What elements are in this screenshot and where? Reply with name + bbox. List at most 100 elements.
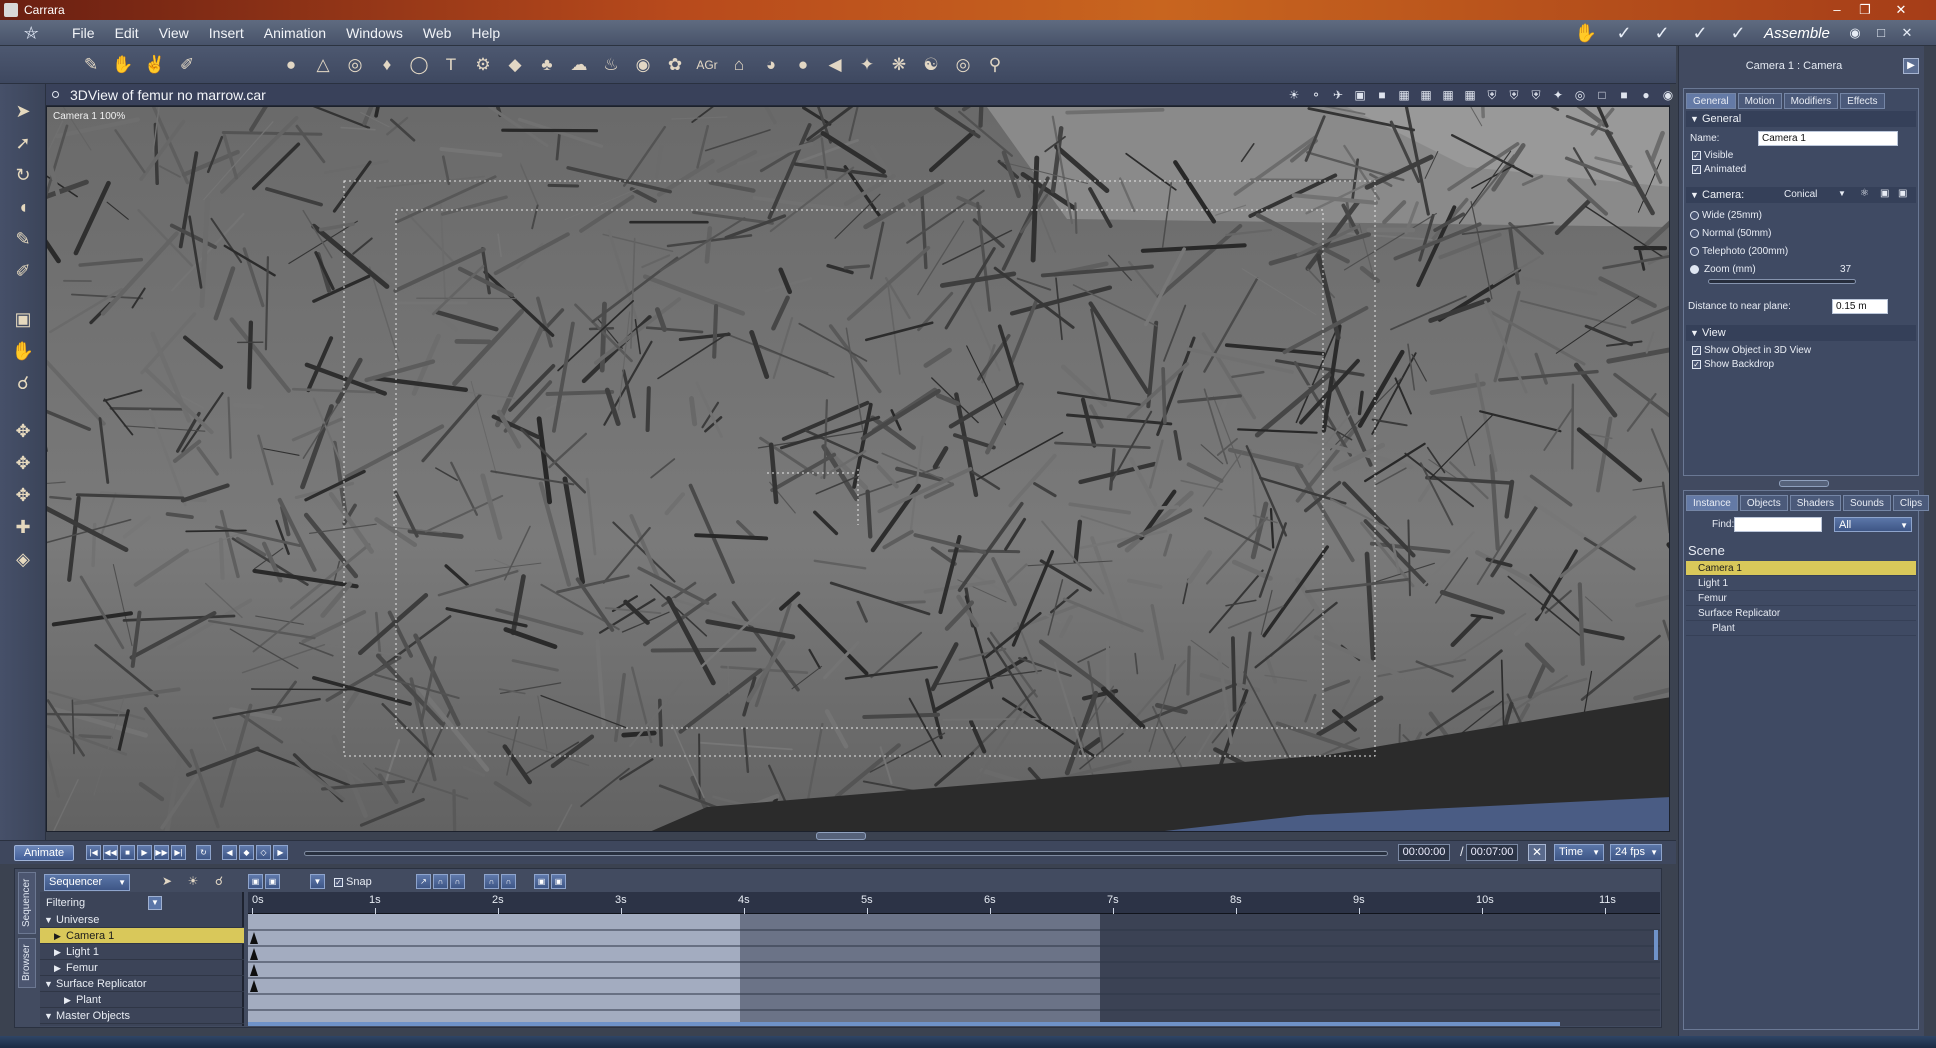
rotate-icon[interactable]: ↻ bbox=[10, 162, 36, 188]
sphere-icon[interactable]: ● bbox=[278, 53, 304, 77]
eyedropper-icon[interactable]: ✎ bbox=[10, 226, 36, 252]
scene-list-item[interactable]: Femur bbox=[1686, 591, 1916, 606]
chevron-right-icon[interactable]: ▶ bbox=[54, 944, 61, 960]
end-time-field[interactable]: 00:07:00 bbox=[1466, 844, 1518, 861]
hand-outline-icon[interactable]: ✌ bbox=[142, 53, 168, 77]
time-mode-select[interactable]: Time ▼ bbox=[1554, 844, 1604, 861]
menu-file[interactable]: File bbox=[62, 25, 105, 41]
show-backdrop-checkbox[interactable]: ✓ bbox=[1692, 360, 1701, 369]
tab-clips[interactable]: Clips bbox=[1892, 495, 1930, 511]
text-3d-icon[interactable]: AGr bbox=[694, 53, 720, 77]
bone-icon[interactable]: ⚲ bbox=[982, 53, 1008, 77]
chevron-down-icon[interactable]: ▼ bbox=[44, 976, 53, 992]
model-room-icon[interactable]: ✓ bbox=[1610, 22, 1638, 44]
pan-hand-icon[interactable]: ✋ bbox=[10, 338, 36, 364]
render-room-icon[interactable]: ✓ bbox=[1724, 22, 1752, 44]
tree-row[interactable]: ▼ Master Objects bbox=[40, 1008, 244, 1024]
textured-sphere-icon[interactable]: ◉ bbox=[1660, 87, 1676, 103]
panel-splitter[interactable] bbox=[816, 832, 866, 840]
track-area[interactable] bbox=[248, 914, 1660, 1026]
tab-effects[interactable]: Effects bbox=[1840, 93, 1885, 109]
track-icon[interactable]: ✥ bbox=[10, 450, 36, 476]
scene-list-item[interactable]: Surface Replicator bbox=[1686, 606, 1916, 621]
lens-zoom-radio[interactable] bbox=[1690, 265, 1699, 274]
chevron-down-icon[interactable]: ▼ bbox=[44, 1008, 53, 1024]
time-ruler[interactable]: 0s 1s 2s 3s 4s 5s 6s 7s 8s 9s 10s 11s bbox=[248, 892, 1660, 914]
tab-browser[interactable]: Browser bbox=[18, 938, 36, 988]
ball-icon[interactable]: ◉ bbox=[630, 53, 656, 77]
general-section-header[interactable]: ▼ General bbox=[1686, 111, 1916, 127]
name-field[interactable] bbox=[1758, 131, 1898, 146]
camera-type-select[interactable]: Conical bbox=[1784, 189, 1817, 200]
frame-icon[interactable]: ▣ bbox=[1352, 87, 1368, 103]
ease-in-icon[interactable]: ∩ bbox=[484, 874, 499, 889]
magnify-icon[interactable]: ☌ bbox=[210, 872, 228, 890]
layout-two-icon[interactable]: ▦ bbox=[1396, 87, 1412, 103]
sequencer-mode-select[interactable]: Sequencer ▼ bbox=[44, 874, 130, 891]
prev-icon[interactable]: ◀ bbox=[222, 845, 237, 860]
zoom-slider[interactable] bbox=[1708, 279, 1856, 284]
menu-animation[interactable]: Animation bbox=[254, 25, 336, 41]
layout-single-icon[interactable]: ■ bbox=[1374, 87, 1390, 103]
lens-normal-radio[interactable] bbox=[1690, 229, 1699, 238]
fps-select[interactable]: 24 fps ▼ bbox=[1610, 844, 1662, 861]
figure-icon[interactable]: ☯ bbox=[918, 53, 944, 77]
orbit-icon[interactable]: ✥ bbox=[10, 482, 36, 508]
house-icon[interactable]: ⌂ bbox=[726, 53, 752, 77]
panel-pin-icon[interactable]: ▶ bbox=[1903, 58, 1919, 74]
menu-edit[interactable]: Edit bbox=[105, 25, 149, 41]
paintbrush-icon[interactable]: ✐ bbox=[174, 53, 200, 77]
lock-icon[interactable]: ⚛ bbox=[1860, 188, 1869, 199]
fit-time-icon[interactable]: ▣ bbox=[248, 874, 263, 889]
text-icon[interactable]: T bbox=[438, 53, 464, 77]
gear-icon[interactable]: ⚙ bbox=[470, 53, 496, 77]
cloud-icon[interactable]: ☁ bbox=[566, 53, 592, 77]
paint-icon[interactable]: ✐ bbox=[10, 258, 36, 284]
fit-all-icon[interactable]: ▣ bbox=[265, 874, 280, 889]
load-preset-icon[interactable]: ▣ bbox=[1898, 188, 1907, 199]
scene-list-item[interactable]: Light 1 bbox=[1686, 576, 1916, 591]
tree-row[interactable]: ▼ Surface Replicator bbox=[40, 976, 244, 992]
arrow-select-icon[interactable]: ➤ bbox=[158, 872, 176, 890]
pencil-icon[interactable]: ✎ bbox=[78, 53, 104, 77]
zoom-icon[interactable]: ☌ bbox=[10, 370, 36, 396]
torus-icon[interactable]: ◯ bbox=[406, 53, 432, 77]
tree-row[interactable]: ▶ Light 1 bbox=[40, 944, 244, 960]
find-input[interactable] bbox=[1734, 517, 1822, 532]
snap-menu-icon[interactable]: ▼ bbox=[310, 874, 325, 889]
scene-list-item[interactable]: Plant bbox=[1686, 621, 1916, 636]
menu-view[interactable]: View bbox=[149, 25, 199, 41]
shield-icon[interactable]: ⛨ bbox=[1484, 87, 1500, 103]
filtering-menu-button[interactable]: ▼ bbox=[148, 896, 162, 910]
show-object-checkbox[interactable]: ✓ bbox=[1692, 346, 1701, 355]
hand-icon[interactable]: ✋ bbox=[110, 53, 136, 77]
tree-row[interactable]: ▶ Femur bbox=[40, 960, 244, 976]
tree-row[interactable]: ▼ Universe bbox=[40, 912, 244, 928]
director-icon[interactable]: ✈ bbox=[1330, 87, 1346, 103]
bug-icon[interactable]: ❋ bbox=[886, 53, 912, 77]
assemble-room-icon[interactable]: ✋ bbox=[1572, 22, 1600, 44]
key-add-icon[interactable]: ◆ bbox=[239, 845, 254, 860]
key-copy-icon[interactable]: ▣ bbox=[534, 874, 549, 889]
scene-list-item[interactable]: Camera 1 bbox=[1686, 561, 1916, 576]
restore-button[interactable]: ❐ bbox=[1850, 1, 1880, 18]
right-panel-splitter[interactable] bbox=[1779, 480, 1829, 487]
bowl-icon[interactable]: ● bbox=[790, 53, 816, 77]
scale-icon[interactable]: ◖ bbox=[10, 194, 36, 220]
stop-icon[interactable]: ■ bbox=[120, 845, 135, 860]
tab-shaders[interactable]: Shaders bbox=[1789, 495, 1841, 511]
flame-icon[interactable]: ♨ bbox=[598, 53, 624, 77]
lens-wide-radio[interactable] bbox=[1690, 211, 1699, 220]
bulb-icon[interactable]: ✦ bbox=[854, 53, 880, 77]
chevron-right-icon[interactable]: ▶ bbox=[54, 928, 61, 944]
last-frame-icon[interactable]: ▶| bbox=[171, 845, 186, 860]
key-paste-icon[interactable]: ▣ bbox=[551, 874, 566, 889]
tab-objects[interactable]: Objects bbox=[1739, 495, 1788, 511]
dolly-icon[interactable]: ✥ bbox=[10, 418, 36, 444]
sunlight-icon[interactable]: ☀ bbox=[1286, 87, 1302, 103]
fit-icon[interactable]: ◈ bbox=[10, 546, 36, 572]
snap-checkbox[interactable]: ✓ bbox=[334, 878, 343, 887]
save-preset-icon[interactable]: ▣ bbox=[1880, 188, 1889, 199]
close-button[interactable]: ✕ bbox=[1886, 1, 1916, 18]
eye-icon[interactable]: ◉ bbox=[1846, 24, 1864, 42]
